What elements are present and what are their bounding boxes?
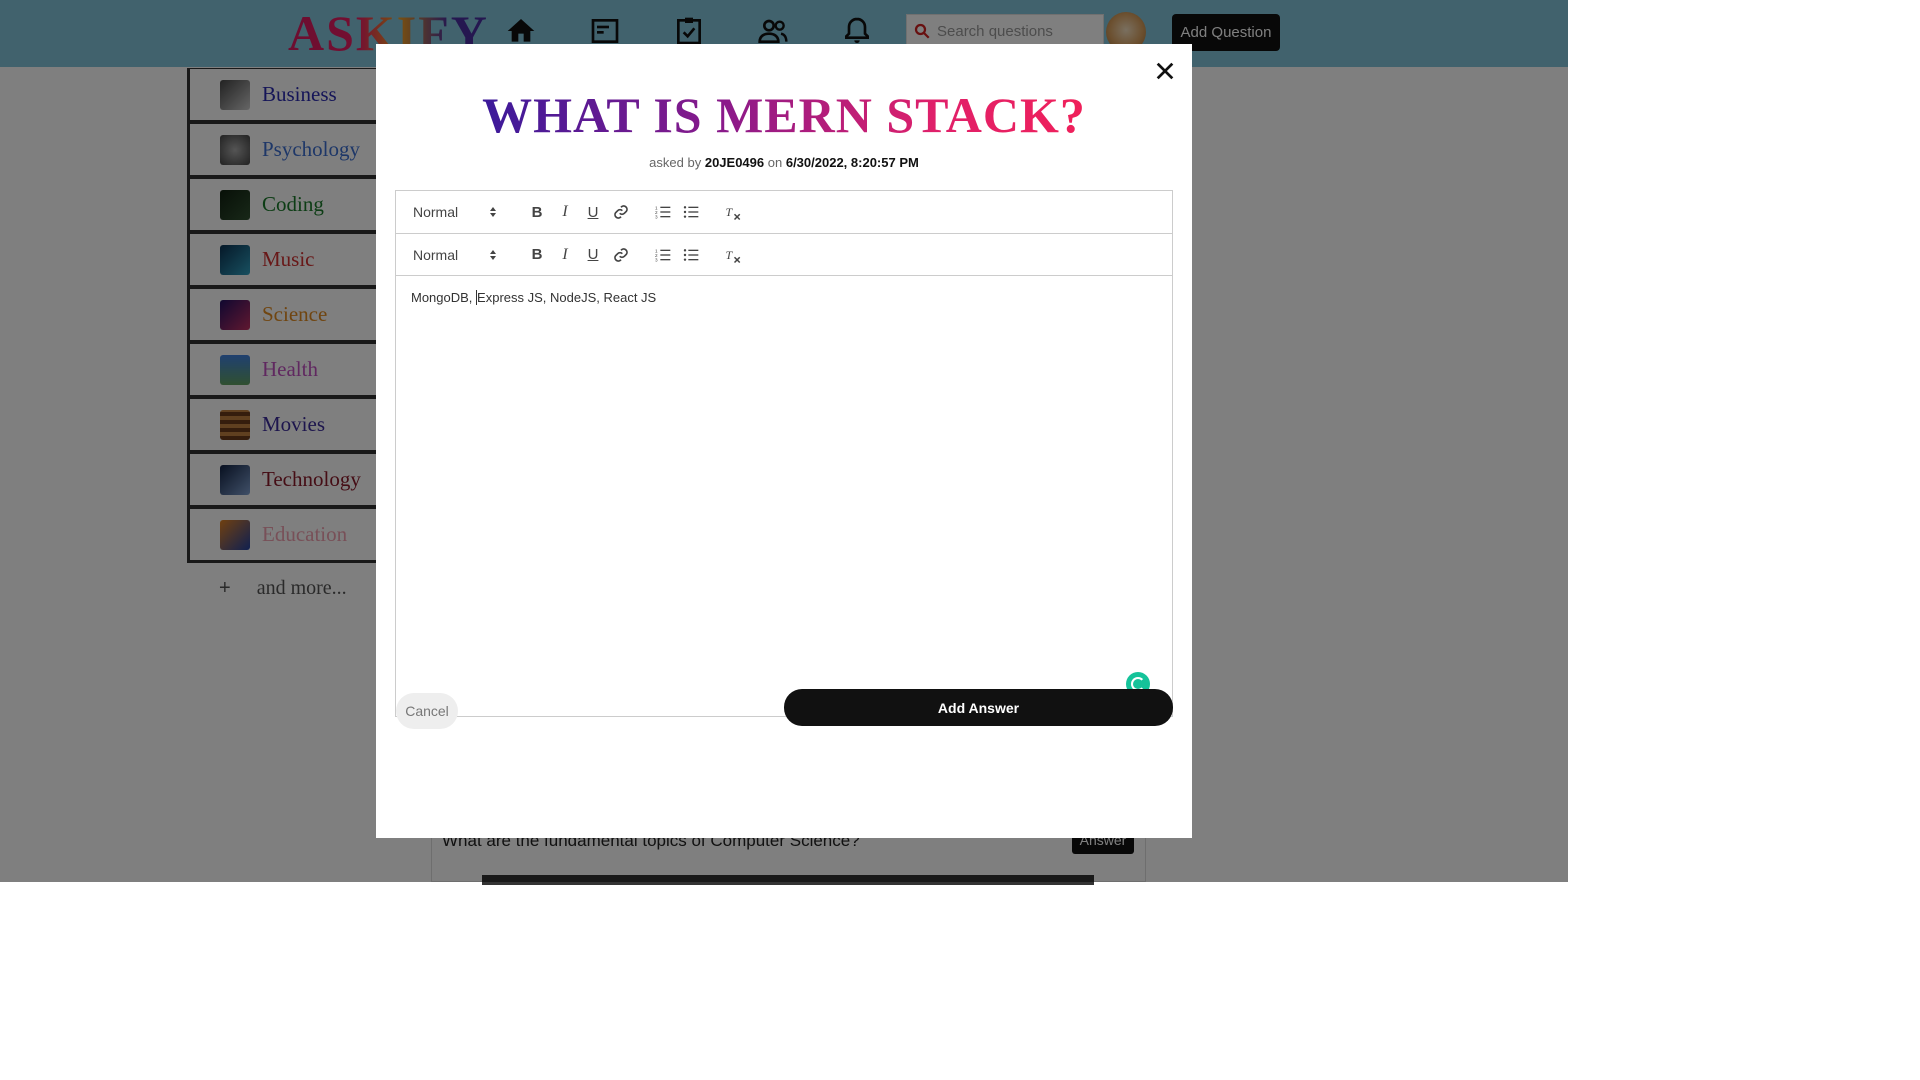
link-icon[interactable] xyxy=(607,243,635,267)
svg-text:T: T xyxy=(726,247,734,261)
format-select[interactable]: Normal xyxy=(413,204,501,220)
question-author: 20JE0496 xyxy=(704,155,765,170)
answer-editor: Normal B I U 123 T Normal B I U 1 2 3 T … xyxy=(395,190,1173,717)
answer-text-area[interactable]: MongoDB, Express JS, NodeJS, React JS xyxy=(396,276,1172,716)
format-select-value: Normal xyxy=(413,204,459,220)
cancel-button[interactable]: Cancel xyxy=(396,693,458,729)
bold-icon[interactable]: B xyxy=(523,200,551,224)
clear-format-icon[interactable]: T xyxy=(719,200,747,224)
on-text: on xyxy=(767,155,783,170)
italic-icon[interactable]: I xyxy=(551,243,579,267)
bullet-list-icon[interactable] xyxy=(677,200,705,224)
link-icon[interactable] xyxy=(607,200,635,224)
answer-text-after-cursor: Express JS, NodeJS, React JS xyxy=(477,290,657,305)
question-date: 6/30/2022, 8:20:57 PM xyxy=(785,155,919,170)
format-select-value: Normal xyxy=(413,246,459,263)
ordered-list-icon[interactable]: 123 xyxy=(649,243,677,267)
underline-icon[interactable]: U xyxy=(579,200,607,224)
clear-format-icon[interactable]: T xyxy=(719,243,747,267)
select-arrows-icon xyxy=(490,207,496,217)
question-title: WHAT IS MERN STACK? xyxy=(482,87,1086,143)
editor-toolbar: Normal B I U 123 T xyxy=(396,191,1172,234)
question-meta: asked by 20JE0496 on 6/30/2022, 8:20:57 … xyxy=(376,155,1192,170)
svg-text:3: 3 xyxy=(655,257,658,262)
svg-text:3: 3 xyxy=(655,215,658,220)
format-select[interactable]: Normal xyxy=(413,247,501,263)
bold-icon[interactable]: B xyxy=(523,243,551,267)
bullet-list-icon[interactable] xyxy=(677,243,705,267)
underline-icon[interactable]: U xyxy=(579,243,607,267)
add-answer-button[interactable]: Add Answer xyxy=(784,689,1173,726)
editor-toolbar-secondary: Normal B I U 123 T xyxy=(396,234,1172,276)
ordered-list-icon[interactable]: 123 xyxy=(649,200,677,224)
answer-modal: WHAT IS MERN STACK? asked by 20JE0496 on… xyxy=(376,44,1192,838)
answer-text-before-cursor: MongoDB, xyxy=(411,290,477,305)
asked-by-prefix: asked by xyxy=(649,155,702,170)
close-icon[interactable] xyxy=(1154,60,1176,82)
select-arrows-icon xyxy=(490,249,496,260)
italic-icon[interactable]: I xyxy=(551,200,579,224)
svg-text:T: T xyxy=(726,205,734,219)
